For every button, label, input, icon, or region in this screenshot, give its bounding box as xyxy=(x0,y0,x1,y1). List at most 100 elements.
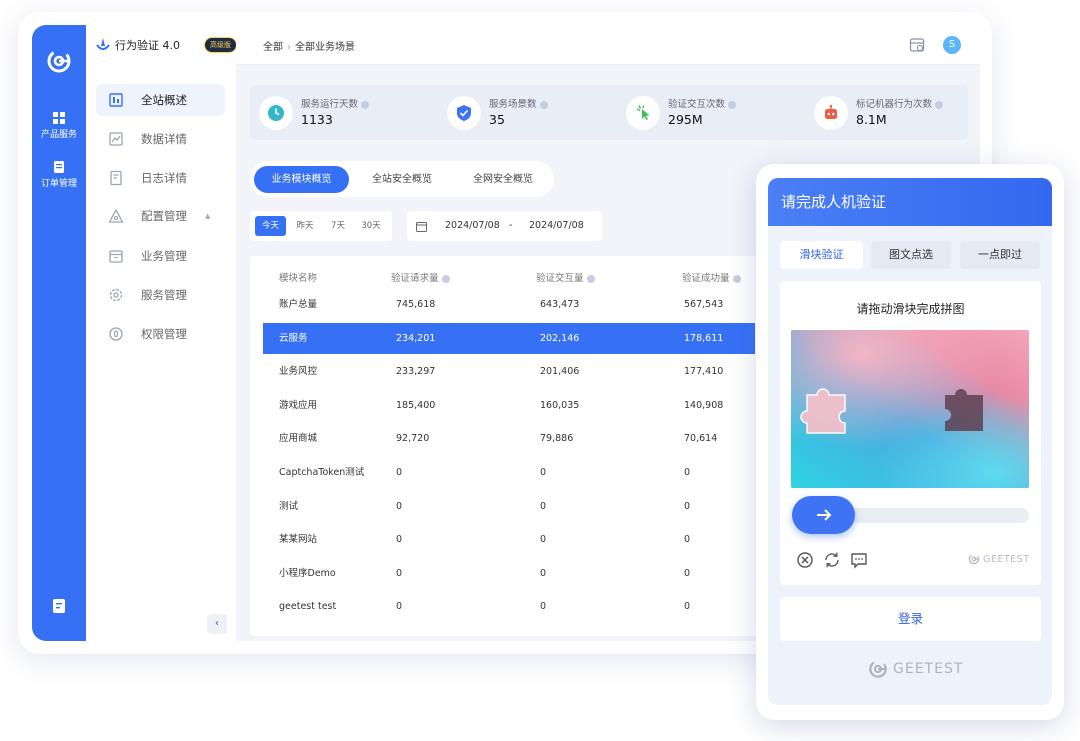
day-filter-7days[interactable]: 7天 xyxy=(324,216,352,236)
table-cell: 160,035 xyxy=(540,400,580,411)
table-cell: 0 xyxy=(684,501,691,512)
rail-item-label: 订单管理 xyxy=(40,179,77,189)
column-header-label: 验证交互量 xyxy=(536,273,584,284)
help-icon[interactable] xyxy=(441,274,450,283)
tab-site-security[interactable]: 全站安全概览 xyxy=(357,166,447,193)
tab-module-overview[interactable]: 业务模块概览 xyxy=(254,166,349,193)
day-filter-yesterday[interactable]: 昨天 xyxy=(290,216,320,236)
edition-badge: 高级版 xyxy=(204,37,237,53)
nav-item-permission[interactable]: 权限管理 xyxy=(96,318,225,350)
date-start: 2024/07/08 xyxy=(445,220,500,231)
service-gear-icon xyxy=(109,288,123,302)
column-header: 验证交互量 xyxy=(536,270,595,284)
tab-network-security[interactable]: 全网安全概览 xyxy=(458,166,548,193)
table-cell: 201,406 xyxy=(540,366,580,377)
captcha-title: 请完成人机验证 xyxy=(768,178,1052,226)
close-circle-icon[interactable] xyxy=(796,551,814,569)
nav-item-data[interactable]: 数据详情 xyxy=(96,123,225,155)
clock-icon xyxy=(268,105,284,121)
log-icon xyxy=(110,170,122,186)
table-cell: 233,297 xyxy=(396,366,436,377)
captcha-tab-onetap[interactable]: 一点即过 xyxy=(960,241,1040,269)
table-row[interactable]: 应用商城 92,720 79,886 70,614 xyxy=(263,423,755,454)
breadcrumb: 全部 › 全部业务场景 xyxy=(263,38,355,53)
avatar[interactable]: S xyxy=(943,36,961,54)
date-separator: - xyxy=(509,220,513,231)
click-icon xyxy=(636,105,650,120)
rail-item-products[interactable]: 产品服务 xyxy=(32,112,86,140)
nav-item-business[interactable]: 业务管理 xyxy=(96,240,225,272)
collapse-sidebar-button[interactable]: ‹ xyxy=(207,614,227,634)
business-icon xyxy=(109,250,123,263)
rail-item-label: 产品服务 xyxy=(40,130,77,140)
arrow-right-icon xyxy=(817,509,832,521)
document-icon[interactable] xyxy=(52,599,66,613)
help-icon[interactable] xyxy=(935,100,944,109)
refresh-icon[interactable] xyxy=(823,551,841,569)
captcha-puzzle-image xyxy=(791,330,1029,488)
table-row[interactable]: geetest test 0 0 0 xyxy=(263,591,755,622)
table-cell: 0 xyxy=(396,568,403,579)
chevron-up-icon[interactable]: ▲ xyxy=(205,212,210,220)
nav-item-label: 全站概述 xyxy=(141,93,187,107)
day-filter-today[interactable]: 今天 xyxy=(255,216,286,236)
order-icon xyxy=(54,161,64,173)
nav-item-label: 配置管理 xyxy=(141,209,187,223)
app-logo-icon xyxy=(96,38,110,50)
stat-label: 服务运行天数 xyxy=(301,99,359,110)
table-cell: 185,400 xyxy=(396,400,436,411)
nav-item-config[interactable]: 配置管理 ▲ xyxy=(96,200,225,232)
nav-item-label: 业务管理 xyxy=(141,249,187,263)
left-rail: 产品服务 订单管理 xyxy=(32,25,86,641)
puzzle-piece-icon[interactable] xyxy=(800,388,846,434)
geetest-brand-small: GEETEST xyxy=(968,553,1030,565)
breadcrumb-root[interactable]: 全部 xyxy=(263,42,283,53)
nav-item-label: 权限管理 xyxy=(141,327,187,341)
table-cell: 测试 xyxy=(279,501,299,512)
calendar-icon xyxy=(416,222,427,232)
captcha-tab-slider[interactable]: 滑块验证 xyxy=(780,241,863,269)
breadcrumb-current: 全部业务场景 xyxy=(295,42,355,53)
date-end: 2024/07/08 xyxy=(529,220,584,231)
column-header-label: 验证成功量 xyxy=(682,273,730,284)
geetest-logo-icon[interactable] xyxy=(46,48,72,74)
puzzle-slot-icon xyxy=(945,389,983,431)
robot-icon xyxy=(825,104,837,119)
table-row[interactable]: 业务风控 233,297 201,406 177,410 xyxy=(263,356,755,387)
table-row[interactable]: 某某网站 0 0 0 xyxy=(263,524,755,555)
help-icon[interactable] xyxy=(361,100,370,109)
table-cell: 某某网站 xyxy=(279,534,318,545)
table-cell: 234,201 xyxy=(396,333,436,344)
table-cell: 业务风控 xyxy=(279,366,318,377)
table-row[interactable]: 账户总量 745,618 643,473 567,543 xyxy=(263,289,755,320)
nav-item-logs[interactable]: 日志详情 xyxy=(96,162,225,194)
store-icon[interactable] xyxy=(908,36,926,54)
table-cell: 0 xyxy=(396,534,403,545)
table-row[interactable]: CaptchaToken测试 0 0 0 xyxy=(263,457,755,488)
help-icon[interactable] xyxy=(539,100,548,109)
table-cell: 云服务 xyxy=(279,333,308,344)
stat-label: 服务场景数 xyxy=(489,99,537,110)
feedback-icon[interactable] xyxy=(850,551,868,569)
nav-item-label: 日志详情 xyxy=(141,171,187,185)
help-icon[interactable] xyxy=(586,274,595,283)
table-row[interactable]: 游戏应用 185,400 160,035 140,908 xyxy=(263,390,755,421)
table-row-selected[interactable]: 云服务 234,201 202,146 178,611 xyxy=(263,323,755,354)
column-header: 验证请求量 xyxy=(391,270,450,284)
login-button[interactable]: 登录 xyxy=(780,597,1041,641)
nav-item-overview[interactable]: 全站概述 xyxy=(96,84,225,116)
table-cell: 账户总量 xyxy=(279,299,318,310)
slider-handle[interactable] xyxy=(792,496,855,534)
table-row[interactable]: 测试 0 0 0 xyxy=(263,491,755,522)
help-icon[interactable] xyxy=(732,274,741,283)
day-filter-30days[interactable]: 30天 xyxy=(356,216,386,236)
date-range-picker[interactable]: 2024/07/08 - 2024/07/08 xyxy=(407,211,602,241)
table-cell: CaptchaToken测试 xyxy=(279,467,365,478)
table-cell: 178,611 xyxy=(684,333,724,344)
table-cell: 70,614 xyxy=(684,433,718,444)
rail-item-orders[interactable]: 订单管理 xyxy=(32,161,86,189)
help-icon[interactable] xyxy=(728,100,737,109)
table-row[interactable]: 小程序Demo 0 0 0 xyxy=(263,558,755,589)
captcha-tab-click[interactable]: 图文点选 xyxy=(871,241,951,269)
nav-item-service[interactable]: 服务管理 xyxy=(96,279,225,311)
